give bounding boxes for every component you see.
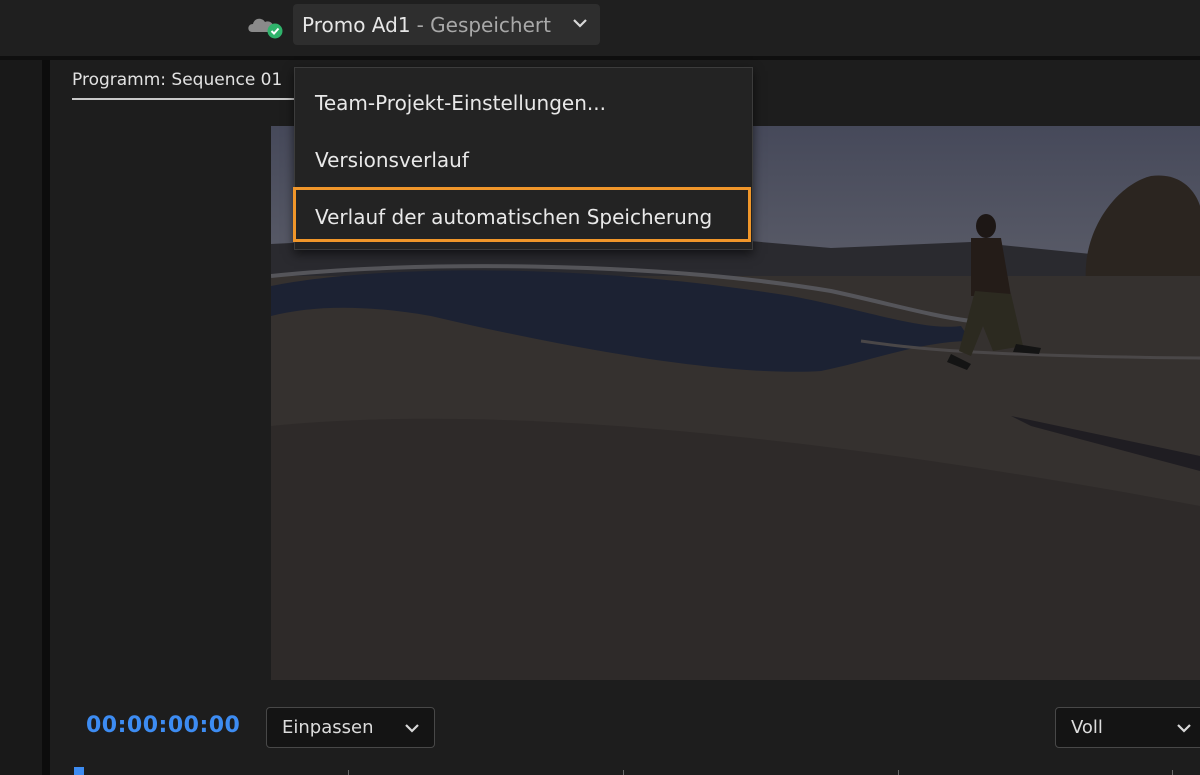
playhead-timecode[interactable]: 00:00:00:00 xyxy=(86,713,240,738)
save-status: - Gespeichert xyxy=(416,12,551,37)
tab-underline xyxy=(72,98,294,100)
ruler-tick xyxy=(898,770,899,775)
zoom-select[interactable]: Einpassen xyxy=(266,707,435,748)
highlight-frame xyxy=(293,187,751,242)
playhead-marker[interactable] xyxy=(74,767,84,775)
chevron-down-icon xyxy=(405,724,419,733)
top-bar xyxy=(0,0,1200,56)
time-ruler[interactable] xyxy=(72,769,1200,775)
resolution-select-value: Voll xyxy=(1071,717,1103,738)
tab-program-monitor[interactable]: Programm: Sequence 01 xyxy=(72,70,282,96)
chevron-down-icon xyxy=(1177,724,1191,733)
top-bar-divider xyxy=(0,56,1200,60)
zoom-select-value: Einpassen xyxy=(282,717,374,738)
resolution-select[interactable]: Voll xyxy=(1055,707,1200,748)
left-panel-edge xyxy=(0,60,42,775)
menu-item-version-history[interactable]: Versionsverlauf xyxy=(315,148,469,172)
ruler-tick xyxy=(348,770,349,775)
ruler-tick xyxy=(1172,770,1173,775)
chevron-down-icon xyxy=(573,19,587,28)
menu-item-team-project-settings[interactable]: Team-Projekt-Einstellungen... xyxy=(315,91,606,115)
project-name: Promo Ad1 xyxy=(302,12,411,37)
cloud-sync-icon[interactable] xyxy=(246,10,286,42)
ruler-tick xyxy=(623,770,624,775)
project-title-button[interactable]: Promo Ad1 - Gespeichert xyxy=(293,4,600,45)
panel-divider[interactable] xyxy=(42,60,50,775)
